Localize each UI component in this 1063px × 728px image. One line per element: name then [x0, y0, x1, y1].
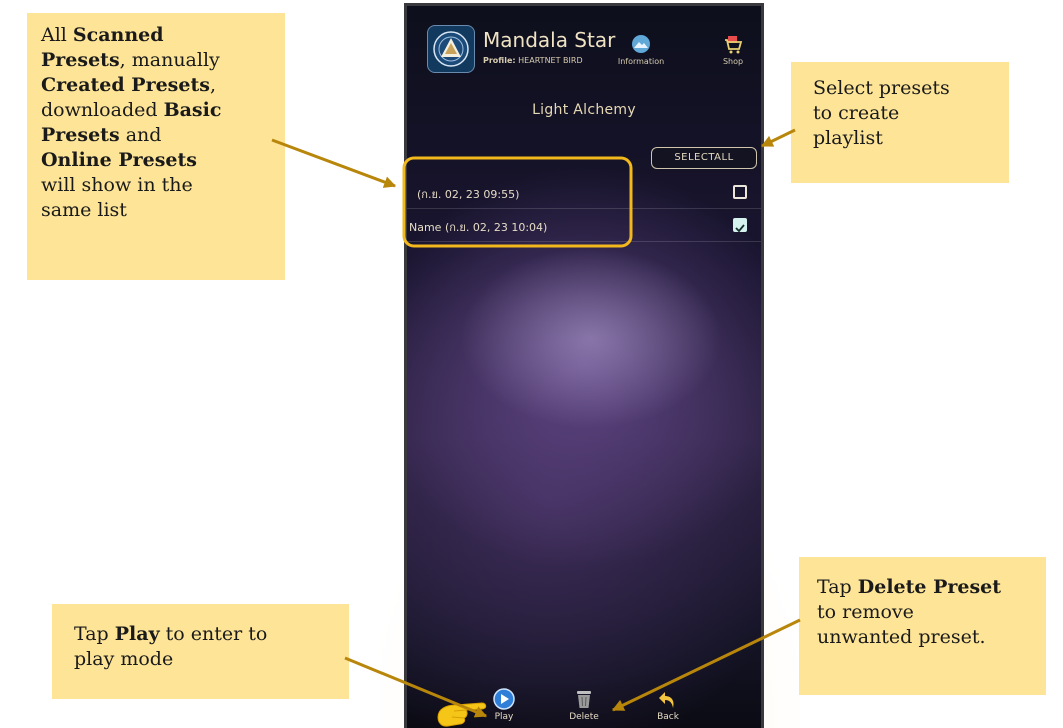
information-icon [632, 35, 650, 53]
shop-cart-icon [725, 36, 743, 54]
preset-label: (ก.ย. 02, 23 09:55) [417, 188, 520, 201]
screen-title: Light Alchemy [532, 102, 636, 118]
play-icon [493, 688, 515, 710]
information-button[interactable]: Information [611, 34, 671, 66]
trash-icon [577, 691, 591, 708]
select-all-button[interactable]: SELECTALL [651, 147, 757, 169]
back-button[interactable]: Back [643, 688, 693, 722]
shop-button[interactable]: Shop [715, 34, 751, 66]
app-header: Mandala Star Profile: HEARTNET BIRD Info… [407, 6, 761, 76]
play-callout: Tap Play to enter to play mode [52, 604, 349, 699]
select-presets-callout: Select presets to create playlist [791, 62, 1009, 183]
preset-row[interactable]: Name (ก.ย. 02, 23 10:04) [407, 209, 761, 242]
back-arrow-icon [659, 692, 674, 708]
preset-checkbox-checked[interactable] [733, 218, 747, 233]
delete-button[interactable]: Delete [559, 688, 609, 722]
preset-row[interactable]: (ก.ย. 02, 23 09:55) [407, 176, 761, 209]
check-icon [735, 224, 745, 233]
app-screen: Mandala Star Profile: HEARTNET BIRD Info… [404, 3, 764, 728]
preset-checkbox[interactable] [733, 185, 747, 199]
profile-line: Profile: HEARTNET BIRD [483, 56, 583, 65]
presets-list-callout: All Scanned Presets, manually Created Pr… [27, 13, 285, 280]
delete-callout: Tap Delete Preset to remove unwanted pre… [799, 557, 1046, 695]
preset-label: Name (ก.ย. 02, 23 10:04) [409, 221, 548, 234]
app-title: Mandala Star [483, 28, 616, 52]
mandala-logo-icon[interactable] [427, 25, 475, 73]
pointing-hand-icon [437, 702, 487, 727]
arrow-to-presets [271, 138, 397, 188]
